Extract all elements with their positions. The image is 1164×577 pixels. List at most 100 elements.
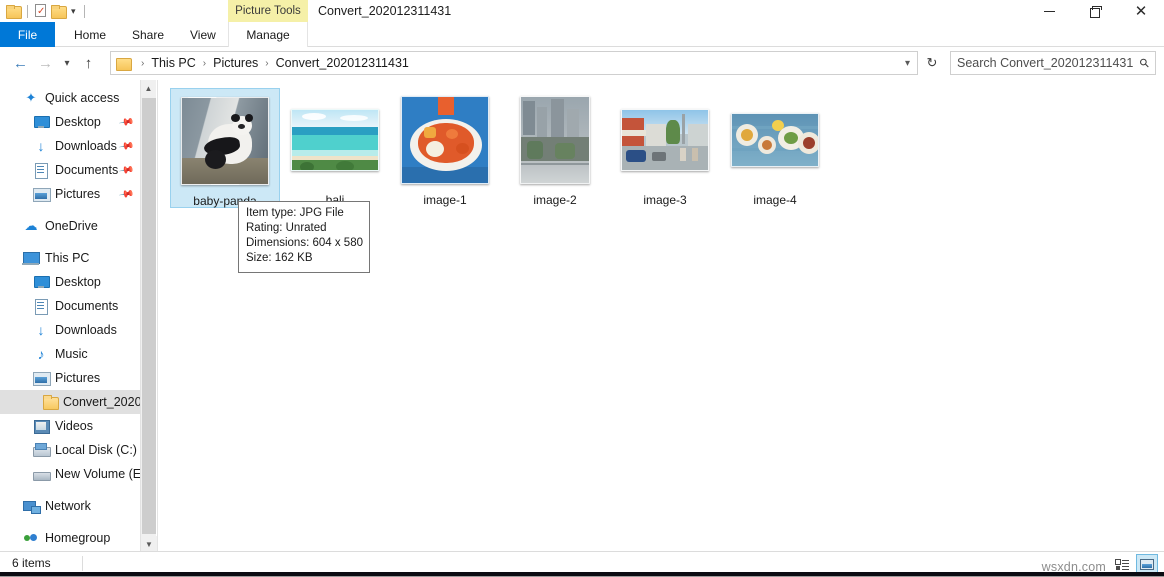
sidebar-item-this-pc[interactable]: This PC <box>0 246 140 270</box>
status-divider <box>82 556 83 571</box>
search-input[interactable]: Search Convert_202012311431 ⚲ <box>950 51 1156 75</box>
sidebar-item-documents-pc[interactable]: Documents <box>0 294 140 318</box>
file-name-label: image-3 <box>610 192 720 210</box>
recent-locations-icon[interactable]: ▾ <box>58 51 76 75</box>
item-count-label: 6 items <box>12 556 51 570</box>
star-icon: ✦ <box>22 90 40 106</box>
scrollbar-thumb[interactable] <box>142 98 156 534</box>
image-thumbnail-food <box>731 113 819 167</box>
image-thumbnail-beach <box>291 109 379 171</box>
image-thumbnail-panda <box>181 97 269 185</box>
folder-icon[interactable] <box>6 5 21 18</box>
file-list-view[interactable]: baby-panda bali <box>158 80 1164 552</box>
sidebar-item-onedrive[interactable]: ☁ OneDrive <box>0 214 140 238</box>
sidebar-item-homegroup[interactable]: Homegroup <box>0 526 140 550</box>
tooltip-line-rating: Rating: Unrated <box>246 221 363 236</box>
scroll-up-icon[interactable]: ▲ <box>141 80 156 96</box>
breadcrumb-pictures[interactable]: Pictures <box>212 56 259 70</box>
drive-icon <box>32 466 50 482</box>
pin-icon[interactable]: 📌 <box>118 138 135 154</box>
tab-view[interactable]: View <box>178 22 228 47</box>
sidebar-item-label: Local Disk (C:) <box>55 443 137 457</box>
thumbnail-container <box>500 88 610 192</box>
document-icon <box>32 162 50 178</box>
music-icon: ♪ <box>32 346 50 362</box>
tooltip-line-size: Size: 162 KB <box>246 251 363 266</box>
large-icons-view-icon <box>1140 559 1154 570</box>
customize-caret-icon[interactable]: ▾ <box>69 6 78 17</box>
pin-icon[interactable]: 📌 <box>118 114 135 130</box>
sidebar-item-label: Documents <box>55 299 118 313</box>
toolbar-divider <box>84 5 85 18</box>
taskbar-edge <box>0 572 1164 576</box>
tab-file[interactable]: File <box>0 22 55 47</box>
tab-manage[interactable]: Manage <box>228 22 308 47</box>
close-button[interactable]: ✕ <box>1118 0 1164 22</box>
download-icon: ↓ <box>32 138 50 154</box>
navigation-pane[interactable]: ✦ Quick access Desktop 📌 ↓ Downloads 📌 D… <box>0 80 140 552</box>
file-item[interactable]: image-4 <box>720 88 830 208</box>
file-item[interactable]: bali <box>280 88 390 208</box>
network-icon <box>22 498 40 514</box>
sidebar-scrollbar[interactable]: ▲ ▼ <box>140 80 156 552</box>
pin-icon[interactable]: 📌 <box>118 162 135 178</box>
sidebar-item-label: Documents <box>55 163 118 177</box>
pin-icon[interactable]: 📌 <box>118 186 135 202</box>
sidebar-item-new-volume-e[interactable]: New Volume (E:) <box>0 462 140 486</box>
file-item[interactable]: image-1 <box>390 88 500 208</box>
sidebar-item-label: Network <box>45 499 91 513</box>
sidebar-item-downloads[interactable]: ↓ Downloads 📌 <box>0 134 140 158</box>
sidebar-item-label: OneDrive <box>45 219 98 233</box>
minimize-button[interactable] <box>1026 0 1072 22</box>
properties-icon[interactable]: ✓ <box>34 4 48 18</box>
refresh-button[interactable]: ↻ <box>921 51 943 75</box>
back-button[interactable]: ← <box>8 51 33 75</box>
new-folder-icon[interactable] <box>51 5 66 18</box>
breadcrumb-this-pc[interactable]: This PC <box>150 56 196 70</box>
file-name-label: image-1 <box>390 192 500 210</box>
sidebar-item-pictures[interactable]: Pictures 📌 <box>0 182 140 206</box>
video-icon <box>32 418 50 434</box>
chevron-down-icon[interactable]: ▾ <box>905 58 917 69</box>
search-placeholder: Search Convert_202012311431 <box>957 56 1133 70</box>
breadcrumb-separator: › <box>135 58 150 69</box>
sidebar-item-convert-folder[interactable]: Convert_20201 <box>0 390 140 414</box>
sidebar-item-music[interactable]: ♪ Music <box>0 342 140 366</box>
sidebar-item-downloads-pc[interactable]: ↓ Downloads <box>0 318 140 342</box>
sidebar-item-quick-access[interactable]: ✦ Quick access <box>0 86 140 110</box>
file-explorer-window: ✓ ▾ Picture Tools Convert_202012311431 ✕… <box>0 0 1164 577</box>
tab-home[interactable]: Home <box>62 22 118 47</box>
restore-button[interactable] <box>1072 0 1118 22</box>
sidebar-item-label: Music <box>55 347 88 361</box>
details-view-button[interactable] <box>1111 554 1133 574</box>
sidebar-item-pictures-pc[interactable]: Pictures <box>0 366 140 390</box>
search-icon[interactable]: ⚲ <box>1137 55 1153 71</box>
file-item[interactable]: image-3 <box>610 88 720 208</box>
sidebar-item-label: Homegroup <box>45 531 110 545</box>
sidebar-item-desktop[interactable]: Desktop 📌 <box>0 110 140 134</box>
tab-share[interactable]: Share <box>120 22 176 47</box>
breadcrumb-bar[interactable]: › This PC › Pictures › Convert_202012311… <box>110 51 918 75</box>
sidebar-item-desktop-pc[interactable]: Desktop <box>0 270 140 294</box>
sidebar-item-label: Downloads <box>55 139 117 153</box>
scroll-down-icon[interactable]: ▼ <box>141 536 157 552</box>
sidebar-item-network[interactable]: Network <box>0 494 140 518</box>
details-view-icon <box>1115 559 1129 570</box>
breadcrumb-current-folder[interactable]: Convert_202012311431 <box>275 56 410 70</box>
view-toggle-group <box>1111 554 1158 574</box>
quick-access-toolbar: ✓ ▾ <box>6 2 88 20</box>
sidebar-item-videos[interactable]: Videos <box>0 414 140 438</box>
file-name-label: image-4 <box>720 192 830 210</box>
image-thumbnail-street <box>621 109 709 171</box>
window-title: Convert_202012311431 <box>318 0 451 22</box>
forward-button[interactable]: → <box>33 51 58 75</box>
large-icons-view-button[interactable] <box>1136 554 1158 574</box>
file-item[interactable]: image-2 <box>500 88 610 208</box>
file-item[interactable]: baby-panda <box>170 88 280 208</box>
sidebar-item-local-disk-c[interactable]: Local Disk (C:) <box>0 438 140 462</box>
up-button[interactable]: ↑ <box>76 51 101 75</box>
sidebar-item-documents[interactable]: Documents 📌 <box>0 158 140 182</box>
ribbon-tab-strip: File Home Share View Manage ▾ ? <box>0 22 1164 47</box>
picture-icon <box>32 186 50 202</box>
thumbnail-container <box>390 88 500 192</box>
